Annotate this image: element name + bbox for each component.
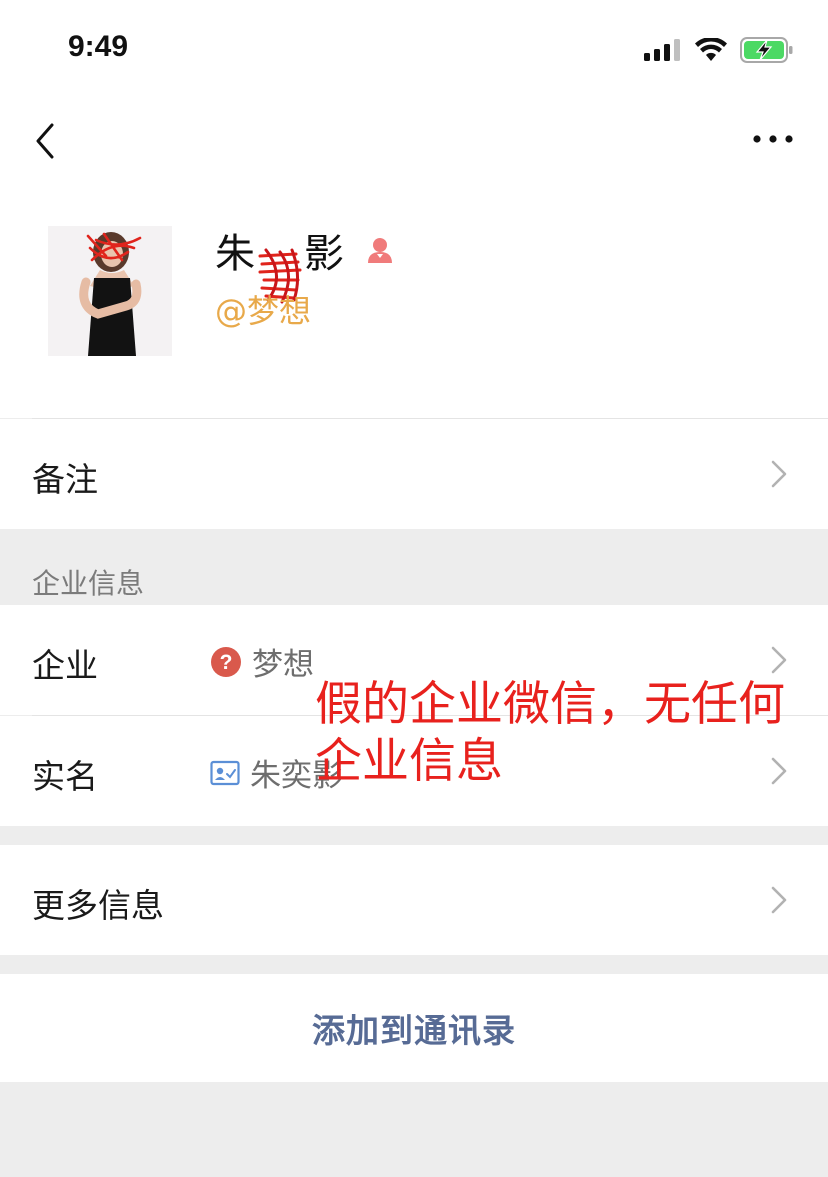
status-icons bbox=[644, 34, 794, 66]
id-card-icon bbox=[210, 760, 240, 785]
back-button[interactable] bbox=[28, 117, 64, 165]
remark-label: 备注 bbox=[32, 460, 98, 499]
question-icon: ? bbox=[211, 646, 241, 677]
company-label: 企业 bbox=[32, 646, 98, 685]
more-info-row[interactable]: 更多信息 bbox=[0, 845, 828, 955]
chevron-right-icon bbox=[771, 460, 787, 488]
realname-label: 实名 bbox=[32, 757, 98, 796]
svg-text:?: ? bbox=[220, 651, 233, 674]
section-title-enterprise: 企业信息 bbox=[32, 567, 145, 600]
warning-annotation: 假的企业微信，无任何企业信息 bbox=[315, 677, 785, 789]
status-time: 9:49 bbox=[68, 30, 129, 63]
avatar[interactable] bbox=[48, 226, 172, 356]
name-row: 朱 影 bbox=[215, 220, 395, 304]
battery-charging-icon bbox=[740, 37, 793, 63]
avatar-portrait bbox=[48, 226, 172, 356]
more-dots-icon bbox=[753, 135, 793, 143]
add-to-contacts-label: 添加到通讯录 bbox=[312, 1011, 516, 1050]
remark-row[interactable]: 备注 bbox=[0, 419, 828, 529]
more-options-button[interactable] bbox=[752, 127, 794, 151]
chevron-right-icon bbox=[771, 646, 787, 674]
wifi-icon bbox=[695, 38, 727, 61]
more-info-label: 更多信息 bbox=[32, 886, 164, 925]
contact-handle: @梦想 bbox=[215, 292, 312, 330]
add-to-contacts-button[interactable]: 添加到通讯录 bbox=[0, 974, 828, 1082]
chevron-right-icon bbox=[771, 886, 787, 914]
contact-name-first: 朱 bbox=[215, 231, 256, 277]
company-name: 梦想 bbox=[252, 647, 314, 683]
female-user-icon bbox=[368, 238, 392, 263]
nav-bar bbox=[0, 95, 828, 190]
contact-name-last: 影 bbox=[304, 231, 345, 277]
company-value: ? 梦想 bbox=[210, 639, 314, 684]
profile-card: 朱 影 @梦想 bbox=[0, 190, 828, 418]
chevron-left-icon bbox=[36, 123, 54, 159]
status-bar: 9:49 bbox=[0, 0, 828, 95]
signal-icon bbox=[644, 39, 680, 61]
